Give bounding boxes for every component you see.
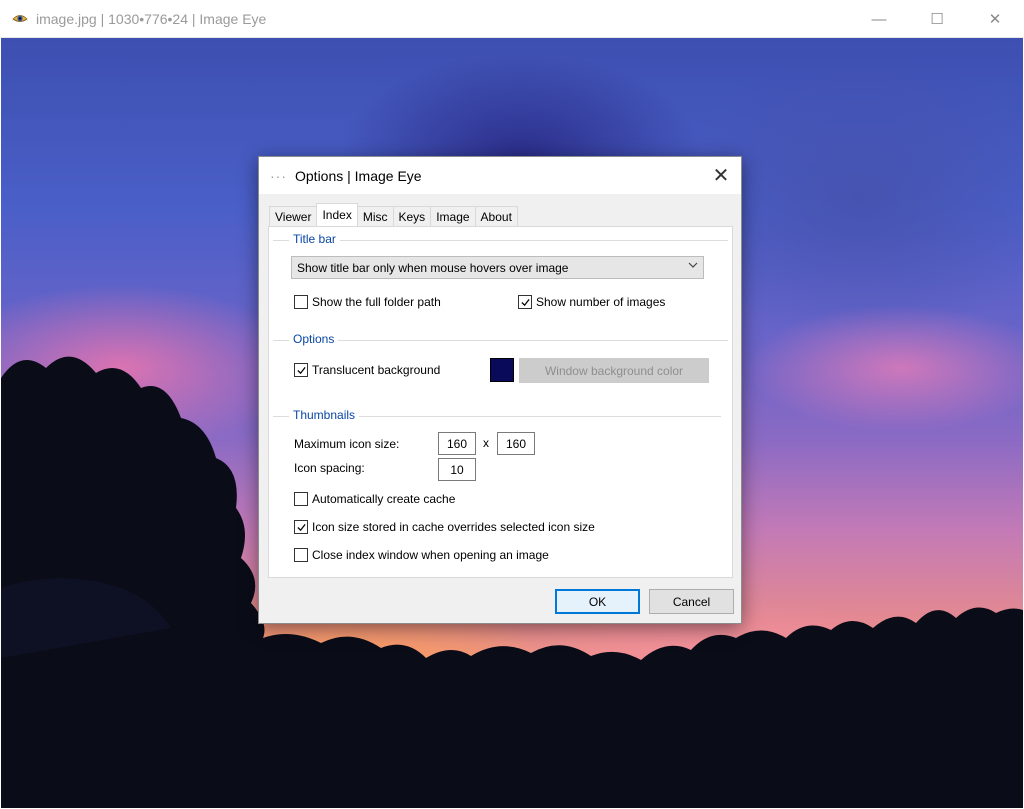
checkbox-box bbox=[294, 492, 308, 506]
close-window-button[interactable]: ✕ bbox=[966, 0, 1024, 38]
options-dialog: ··· Options | Image Eye ✕ Viewer Index M… bbox=[258, 156, 742, 624]
show-full-folder-path-checkbox[interactable]: Show the full folder path bbox=[294, 295, 441, 309]
tab-keys[interactable]: Keys bbox=[392, 206, 432, 226]
translucent-background-label: Translucent background bbox=[312, 363, 441, 377]
options-group-label: Options bbox=[289, 332, 339, 346]
tab-viewer[interactable]: Viewer bbox=[269, 206, 318, 226]
eye-icon bbox=[12, 11, 28, 27]
checkbox-box bbox=[518, 295, 532, 309]
auto-create-cache-label: Automatically create cache bbox=[312, 492, 456, 506]
cancel-button[interactable]: Cancel bbox=[649, 589, 734, 614]
icon-spacing-input[interactable]: 10 bbox=[438, 458, 476, 481]
minimize-button[interactable]: — bbox=[850, 0, 908, 38]
max-icon-size-label: Maximum icon size: bbox=[294, 437, 400, 451]
index-tab-page: Title bar Show title bar only when mouse… bbox=[268, 226, 733, 578]
maximize-button[interactable]: ☐ bbox=[908, 0, 966, 38]
icon-spacing-label: Icon spacing: bbox=[294, 461, 365, 475]
title-bar-mode-value: Show title bar only when mouse hovers ov… bbox=[297, 260, 569, 275]
checkbox-box bbox=[294, 295, 308, 309]
auto-create-cache-checkbox[interactable]: Automatically create cache bbox=[294, 492, 455, 506]
tab-index[interactable]: Index bbox=[316, 203, 358, 226]
max-icon-width-input[interactable]: 160 bbox=[438, 432, 476, 455]
cache-overrides-icon-size-checkbox[interactable]: Icon size stored in cache overrides sele… bbox=[294, 520, 595, 534]
options-tabs: Viewer Index Misc Keys Image About bbox=[269, 203, 518, 226]
max-icon-height-input[interactable]: 160 bbox=[497, 432, 535, 455]
translucent-background-checkbox[interactable]: Translucent background bbox=[294, 363, 440, 377]
tab-about[interactable]: About bbox=[474, 206, 518, 226]
checkmark-icon bbox=[296, 366, 306, 374]
group-divider bbox=[273, 340, 728, 341]
checkmark-icon bbox=[296, 523, 306, 531]
show-number-of-images-label: Show number of images bbox=[536, 295, 666, 309]
window-title: image.jpg | 1030•776•24 | Image Eye bbox=[36, 10, 267, 27]
dialog-close-button[interactable]: ✕ bbox=[705, 159, 737, 191]
close-index-window-checkbox[interactable]: Close index window when opening an image bbox=[294, 548, 549, 562]
thumbnails-group-label: Thumbnails bbox=[289, 408, 360, 422]
close-index-window-label: Close index window when opening an image bbox=[312, 548, 549, 562]
show-full-folder-path-label: Show the full folder path bbox=[312, 295, 441, 309]
dialog-titlebar[interactable]: ··· Options | Image Eye ✕ bbox=[259, 157, 741, 194]
show-number-of-images-checkbox[interactable]: Show number of images bbox=[518, 295, 665, 309]
group-divider bbox=[273, 240, 728, 241]
tab-misc[interactable]: Misc bbox=[356, 206, 394, 226]
checkbox-box bbox=[294, 548, 308, 562]
window-titlebar[interactable]: image.jpg | 1030•776•24 | Image Eye — ☐ … bbox=[0, 0, 1024, 38]
cache-overrides-icon-size-label: Icon size stored in cache overrides sele… bbox=[312, 520, 595, 534]
checkmark-icon bbox=[520, 298, 530, 306]
ok-button[interactable]: OK bbox=[555, 589, 640, 614]
tab-image[interactable]: Image bbox=[430, 206, 476, 226]
chevron-down-icon bbox=[688, 260, 698, 273]
system-menu-icon[interactable]: ··· bbox=[270, 168, 287, 184]
dialog-title: Options | Image Eye bbox=[295, 167, 422, 184]
times-sign: x bbox=[483, 436, 489, 450]
title-bar-group-label: Title bar bbox=[289, 232, 340, 246]
background-color-swatch bbox=[490, 358, 514, 382]
image-eye-window: image.jpg | 1030•776•24 | Image Eye — ☐ … bbox=[0, 0, 1024, 809]
window-background-color-button[interactable]: Window background color bbox=[519, 358, 709, 383]
checkbox-box bbox=[294, 520, 308, 534]
checkbox-box bbox=[294, 363, 308, 377]
title-bar-mode-select[interactable]: Show title bar only when mouse hovers ov… bbox=[291, 256, 704, 279]
window-controls: — ☐ ✕ bbox=[850, 0, 1024, 38]
